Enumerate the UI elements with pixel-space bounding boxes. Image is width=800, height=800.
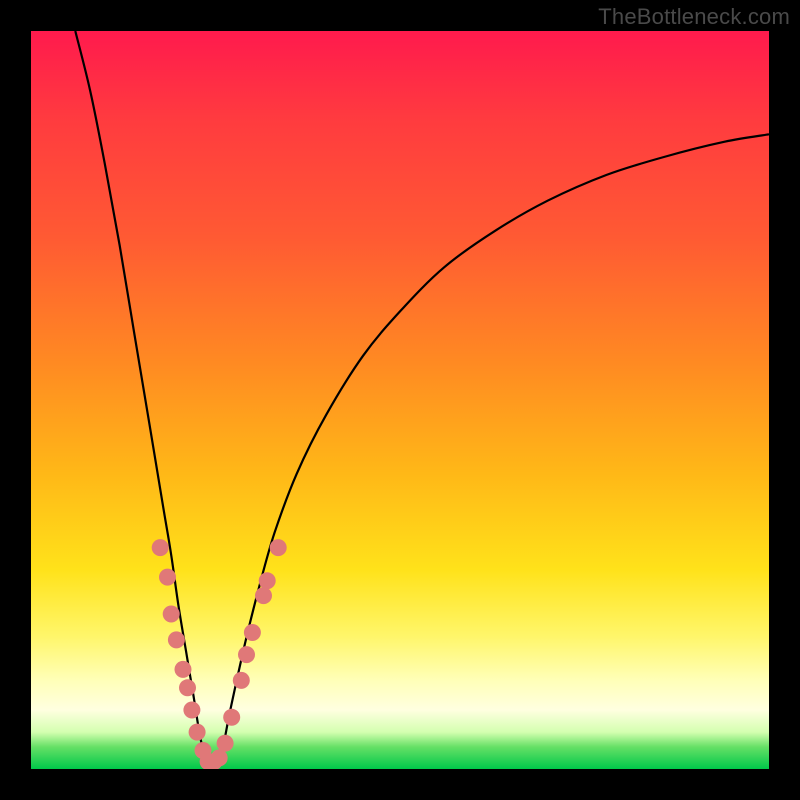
curve-marker bbox=[270, 539, 287, 556]
curve-marker bbox=[255, 587, 272, 604]
curve-marker bbox=[179, 679, 196, 696]
curve-marker bbox=[159, 569, 176, 586]
chart-svg bbox=[31, 31, 769, 769]
chart-frame: TheBottleneck.com bbox=[0, 0, 800, 800]
curve-marker bbox=[152, 539, 169, 556]
curve-marker bbox=[233, 672, 250, 689]
curve-marker bbox=[175, 661, 192, 678]
curve-marker bbox=[163, 606, 180, 623]
watermark-text: TheBottleneck.com bbox=[598, 4, 790, 30]
curve-marker bbox=[223, 709, 240, 726]
curve-marker bbox=[168, 631, 185, 648]
curve-marker bbox=[211, 749, 228, 766]
marker-group bbox=[152, 539, 287, 769]
curve-marker bbox=[238, 646, 255, 663]
plot-area bbox=[31, 31, 769, 769]
bottleneck-curve bbox=[75, 31, 769, 768]
curve-marker bbox=[183, 702, 200, 719]
curve-marker bbox=[189, 724, 206, 741]
curve-marker bbox=[244, 624, 261, 641]
curve-marker bbox=[259, 572, 276, 589]
curve-marker bbox=[217, 735, 234, 752]
